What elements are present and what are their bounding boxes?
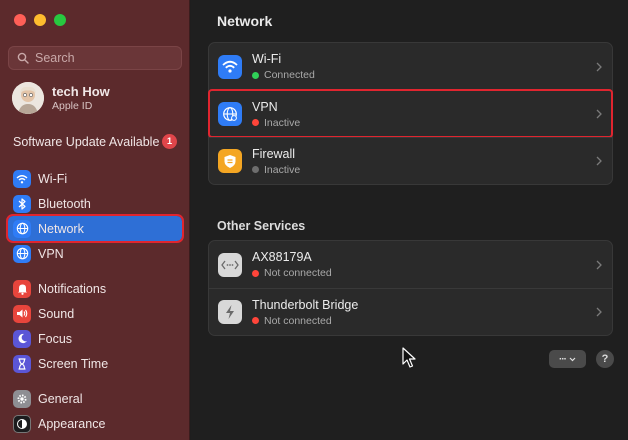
chevron-right-icon [596, 156, 602, 166]
service-title: Wi-Fi [252, 52, 282, 66]
sidebar-item-focus[interactable]: Focus [8, 326, 182, 351]
speaker-icon [13, 304, 31, 323]
page-title: Network [217, 13, 273, 29]
service-row-wifi[interactable]: Wi-Fi Connected [209, 43, 612, 90]
service-title: Firewall [252, 146, 296, 161]
sidebar-item-bluetooth[interactable]: Bluetooth [8, 191, 182, 216]
service-status-text: Connected [264, 69, 315, 81]
status-dot [252, 269, 259, 277]
appearance-icon [13, 414, 31, 433]
service-status-text: Not connected [264, 314, 332, 327]
chevron-down-icon [569, 357, 576, 361]
service-status: Connected [252, 69, 315, 81]
sidebar-item-network[interactable]: Network [6, 214, 184, 243]
sidebar-item-label: Network [38, 221, 84, 236]
update-count-badge: 1 [162, 134, 177, 149]
service-status: Inactive [252, 117, 300, 129]
main-pane: Network Wi-Fi Connected VPN Inactive Fir… [191, 0, 628, 440]
chevron-right-icon [596, 307, 602, 317]
gear-icon [13, 389, 31, 408]
service-status: Not connected [252, 267, 332, 279]
sidebar-item-vpn[interactable]: VPN [8, 241, 182, 266]
status-dot [252, 71, 259, 79]
bell-icon [13, 279, 31, 298]
sidebar-item-label: General [38, 391, 83, 406]
thunderbolt-icon [218, 300, 242, 324]
moon-icon [13, 329, 31, 348]
sidebar-item-sound[interactable]: Sound [8, 301, 182, 326]
globe-icon [218, 102, 242, 126]
chevron-right-icon [596, 62, 602, 71]
sidebar-group-connectivity: Wi-Fi Bluetooth Network VPN [6, 166, 184, 266]
status-dot [252, 119, 259, 126]
help-button[interactable]: ? [596, 350, 614, 368]
chevron-right-icon [596, 109, 602, 119]
bluetooth-icon [13, 194, 31, 213]
hourglass-icon [13, 354, 31, 373]
sidebar-item-label: Focus [38, 331, 73, 346]
software-update-label: Software Update Available [13, 134, 160, 149]
minimize-window-button[interactable] [34, 14, 46, 26]
service-row-thunderbolt-bridge[interactable]: Thunderbolt Bridge Not connected [209, 288, 612, 335]
wifi-icon [218, 54, 242, 79]
window-controls [14, 14, 66, 26]
more-actions-label: ··· [559, 353, 567, 365]
sidebar-item-label: Bluetooth [38, 196, 91, 211]
sidebar-item-wifi[interactable]: Wi-Fi [8, 166, 182, 191]
globe-icon [13, 244, 31, 263]
service-status: Inactive [252, 164, 300, 176]
mouse-cursor-icon [402, 347, 416, 368]
sidebar-item-label: Wi-Fi [38, 171, 68, 186]
ethernet-icon [218, 252, 242, 277]
sidebar-item-label: Screen Time [38, 356, 109, 371]
service-title: Thunderbolt Bridge [252, 297, 359, 312]
profile-subtitle: Apple ID [52, 100, 93, 112]
search-input[interactable] [35, 51, 165, 65]
avatar [12, 82, 44, 114]
sidebar-group-attention: Notifications Sound Focus Screen Time [8, 276, 182, 376]
sidebar-item-appearance[interactable]: Appearance [8, 411, 182, 436]
sidebar: tech How Apple ID Software Update Availa… [0, 0, 190, 440]
service-title: AX88179A [252, 250, 312, 264]
service-title: VPN [252, 99, 278, 114]
network-services-list: Wi-Fi Connected VPN Inactive Firewall In… [208, 42, 613, 185]
sidebar-item-general[interactable]: General [8, 386, 182, 411]
sidebar-item-label: Notifications [38, 281, 107, 296]
shield-icon [218, 149, 242, 173]
sidebar-item-label: VPN [38, 246, 64, 261]
service-row-firewall[interactable]: Firewall Inactive [209, 137, 612, 184]
sidebar-group-system: General Appearance [8, 386, 182, 436]
other-services-heading: Other Services [217, 219, 306, 233]
service-status-text: Not connected [264, 267, 332, 279]
status-dot [252, 317, 259, 324]
sidebar-item-label: Sound [38, 306, 75, 321]
sidebar-item-label: Appearance [38, 416, 106, 431]
service-row-vpn[interactable]: VPN Inactive [208, 89, 613, 138]
service-row-ax88179a[interactable]: AX88179A Not connected [209, 241, 612, 288]
search-field[interactable] [8, 46, 182, 70]
service-status-text: Inactive [264, 163, 301, 176]
sidebar-item-notifications[interactable]: Notifications [8, 276, 182, 301]
zoom-window-button[interactable] [54, 14, 66, 26]
service-status-text: Inactive [264, 116, 301, 129]
apple-id-profile[interactable]: tech How Apple ID [12, 82, 110, 114]
more-actions-button[interactable]: ··· [549, 350, 586, 368]
other-services-list: AX88179A Not connected Thunderbolt Bridg… [208, 240, 613, 336]
chevron-right-icon [596, 260, 602, 269]
software-update-item[interactable]: Software Update Available 1 [13, 134, 177, 149]
service-status: Not connected [252, 315, 358, 327]
wifi-icon [13, 169, 31, 188]
status-dot [252, 166, 259, 173]
profile-name: tech How [52, 84, 110, 99]
sidebar-item-screen-time[interactable]: Screen Time [8, 351, 182, 376]
close-window-button[interactable] [14, 14, 26, 26]
search-icon [17, 52, 29, 64]
globe-icon [13, 219, 31, 238]
